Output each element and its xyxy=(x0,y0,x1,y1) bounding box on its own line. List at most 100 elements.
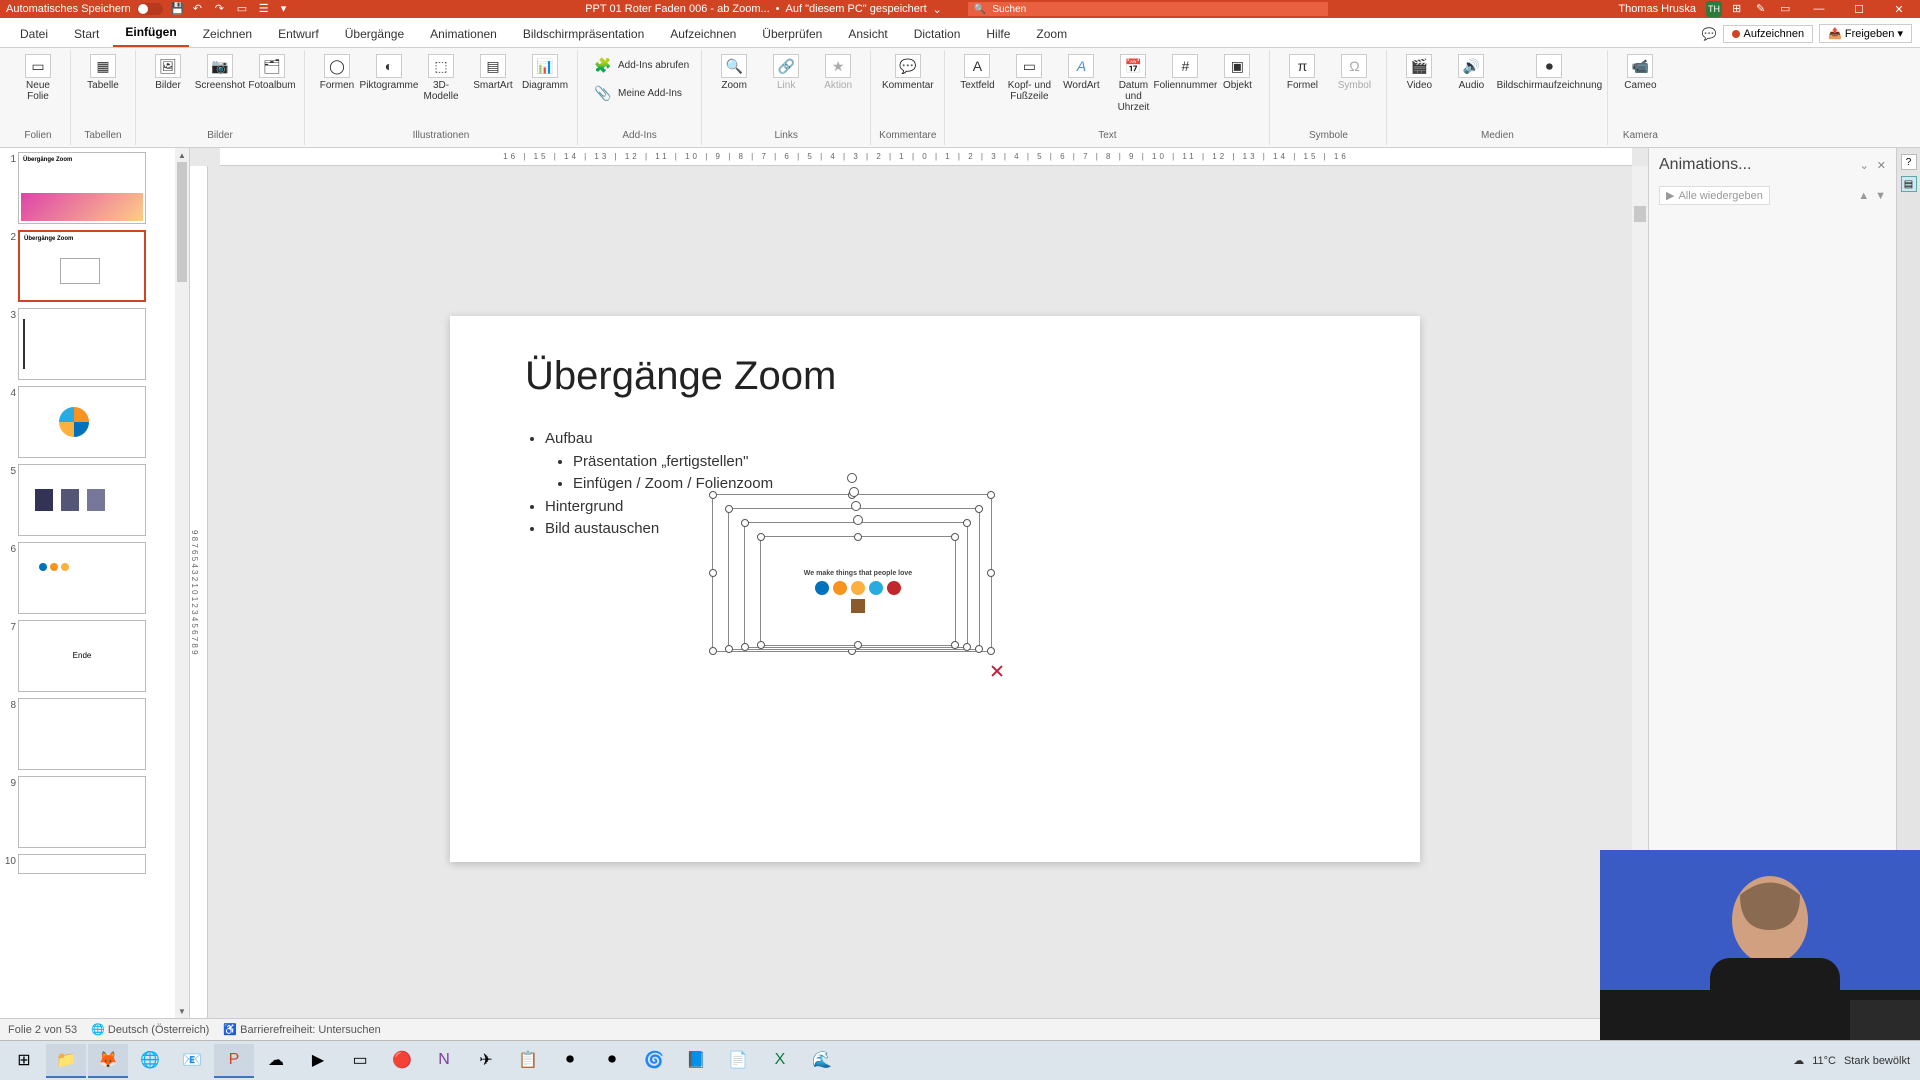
app-icon[interactable]: 📘 xyxy=(676,1044,716,1078)
obs-icon[interactable]: ⏺ xyxy=(550,1044,590,1078)
app-icon[interactable]: ▭ xyxy=(340,1044,380,1078)
edge-icon[interactable]: 🌊 xyxy=(802,1044,842,1078)
file-explorer-icon[interactable]: 📁 xyxy=(46,1044,86,1078)
tab-einfuegen[interactable]: Einfügen xyxy=(113,19,188,47)
help-icon[interactable]: ? xyxy=(1901,154,1917,170)
rotation-handle[interactable] xyxy=(851,501,861,511)
cameo-button[interactable]: 📹Cameo xyxy=(1616,52,1664,93)
tab-zeichnen[interactable]: Zeichnen xyxy=(191,21,264,47)
equation-button[interactable]: πFormel xyxy=(1278,52,1326,93)
language-indicator[interactable]: 🌐 Deutsch (Österreich) xyxy=(91,1023,209,1036)
chart-button[interactable]: 📊Diagramm xyxy=(521,52,569,93)
slide-thumbnail-5[interactable] xyxy=(18,464,146,536)
object-button[interactable]: ▣Objekt xyxy=(1213,52,1261,93)
icons-button[interactable]: ◐Piktogramme xyxy=(365,52,413,93)
resize-handle[interactable] xyxy=(725,645,733,653)
resize-handle[interactable] xyxy=(709,569,717,577)
start-button[interactable]: ⊞ xyxy=(4,1044,44,1078)
scrollbar-handle[interactable] xyxy=(177,162,187,282)
minimize-button[interactable]: — xyxy=(1804,1,1834,17)
resize-handle[interactable] xyxy=(951,641,959,649)
3d-models-button[interactable]: ⬚3D-Modelle xyxy=(417,52,465,104)
user-avatar[interactable]: TH xyxy=(1706,1,1722,17)
app-icon[interactable]: 📋 xyxy=(508,1044,548,1078)
app-icon[interactable]: ☁ xyxy=(256,1044,296,1078)
search-box[interactable]: 🔍 Suchen xyxy=(968,2,1328,16)
record-button[interactable]: Aufzeichnen xyxy=(1723,25,1814,43)
resize-handle[interactable] xyxy=(854,641,862,649)
screenshot-button[interactable]: 📷Screenshot xyxy=(196,52,244,93)
new-slide-button[interactable]: ▭Neue Folie xyxy=(14,52,62,104)
resize-handle[interactable] xyxy=(709,491,717,499)
app-icon[interactable]: 📄 xyxy=(718,1044,758,1078)
slide-counter[interactable]: Folie 2 von 53 xyxy=(8,1024,77,1036)
tab-hilfe[interactable]: Hilfe xyxy=(974,21,1022,47)
slide-thumbnail-2[interactable]: Übergänge Zoom xyxy=(18,230,146,302)
app-icon[interactable]: ⏺ xyxy=(592,1044,632,1078)
photo-album-button[interactable]: 🗂Fotoalbum xyxy=(248,52,296,93)
smartart-button[interactable]: ▤SmartArt xyxy=(469,52,517,93)
chevron-down-icon[interactable]: ⌄ xyxy=(1860,159,1869,172)
screen-recording-button[interactable]: ⏺Bildschirmaufzeichnung xyxy=(1499,52,1599,93)
resize-handle[interactable] xyxy=(741,643,749,651)
rotation-handle[interactable] xyxy=(847,473,857,483)
table-button[interactable]: ▦Tabelle xyxy=(79,52,127,93)
scroll-down-icon[interactable]: ▼ xyxy=(175,1004,189,1018)
system-tray[interactable]: ☁ 11°C Stark bewölkt xyxy=(1793,1054,1916,1067)
slide-thumbnail-10[interactable] xyxy=(18,854,146,874)
video-button[interactable]: 🎬Video xyxy=(1395,52,1443,93)
slideshow-icon[interactable]: ▭ xyxy=(237,2,251,16)
move-up-icon[interactable]: ▲ xyxy=(1858,190,1869,202)
comment-button[interactable]: 💬Kommentar xyxy=(884,52,932,93)
resize-handle[interactable] xyxy=(987,569,995,577)
tab-start[interactable]: Start xyxy=(62,21,111,47)
slide-thumbnail-8[interactable] xyxy=(18,698,146,770)
autosave-toggle[interactable]: Automatisches Speichern xyxy=(6,3,163,15)
scroll-up-icon[interactable]: ▲ xyxy=(175,148,189,162)
maximize-button[interactable]: ☐ xyxy=(1844,1,1874,17)
firefox-icon[interactable]: 🦊 xyxy=(88,1044,128,1078)
textbox-button[interactable]: ATextfeld xyxy=(953,52,1001,93)
undo-icon[interactable]: ↶ xyxy=(193,2,207,16)
window-icon[interactable]: ▭ xyxy=(1780,2,1794,16)
tab-zoom[interactable]: Zoom xyxy=(1024,21,1079,47)
shapes-button[interactable]: ◯Formen xyxy=(313,52,361,93)
slide-thumbnail-1[interactable]: Übergänge Zoom xyxy=(18,152,146,224)
wordart-button[interactable]: AWordArt xyxy=(1057,52,1105,93)
header-footer-button[interactable]: ▭Kopf- und Fußzeile xyxy=(1005,52,1053,104)
tab-dictation[interactable]: Dictation xyxy=(902,21,973,47)
tab-entwurf[interactable]: Entwurf xyxy=(266,21,331,47)
date-time-button[interactable]: 📅Datum und Uhrzeit xyxy=(1109,52,1157,115)
zoom-button[interactable]: 🔍Zoom xyxy=(710,52,758,93)
slide-thumbnail-7[interactable]: Ende xyxy=(18,620,146,692)
images-button[interactable]: 🖼Bilder xyxy=(144,52,192,93)
scrollbar-handle[interactable] xyxy=(1634,206,1646,222)
resize-handle[interactable] xyxy=(963,519,971,527)
outlook-icon[interactable]: 📧 xyxy=(172,1044,212,1078)
resize-handle[interactable] xyxy=(709,647,717,655)
redo-icon[interactable]: ↷ xyxy=(215,2,229,16)
slide-canvas[interactable]: 16 | 15 | 14 | 13 | 12 | 11 | 10 | 9 | 8… xyxy=(190,148,1648,1018)
animations-side-icon[interactable]: ▤ xyxy=(1901,176,1917,192)
resize-handle[interactable] xyxy=(757,533,765,541)
vlc-icon[interactable]: ▶ xyxy=(298,1044,338,1078)
resize-handle[interactable] xyxy=(975,505,983,513)
slide-title[interactable]: Übergänge Zoom xyxy=(525,354,836,399)
comments-icon[interactable]: 💬 xyxy=(1702,27,1717,41)
app-icon[interactable]: 🌀 xyxy=(634,1044,674,1078)
rotation-handle[interactable] xyxy=(849,487,859,497)
slide-number-button[interactable]: #Foliennummer xyxy=(1161,52,1209,93)
slide-thumbnail-9[interactable] xyxy=(18,776,146,848)
tab-ueberpruefen[interactable]: Überprüfen xyxy=(750,21,834,47)
zoom-slide-object[interactable]: We make things that people love xyxy=(760,536,956,646)
tab-animationen[interactable]: Animationen xyxy=(418,21,509,47)
rotation-handle[interactable] xyxy=(853,515,863,525)
share-button[interactable]: 📤 Freigeben ▾ xyxy=(1819,24,1912,43)
resize-handle[interactable] xyxy=(987,491,995,499)
resize-handle[interactable] xyxy=(951,533,959,541)
thumbnails-scrollbar[interactable]: ▲ ▼ xyxy=(175,148,189,1018)
move-down-icon[interactable]: ▼ xyxy=(1875,190,1886,202)
onenote-icon[interactable]: N xyxy=(424,1044,464,1078)
resize-handle[interactable] xyxy=(854,533,862,541)
resize-handle[interactable] xyxy=(741,519,749,527)
